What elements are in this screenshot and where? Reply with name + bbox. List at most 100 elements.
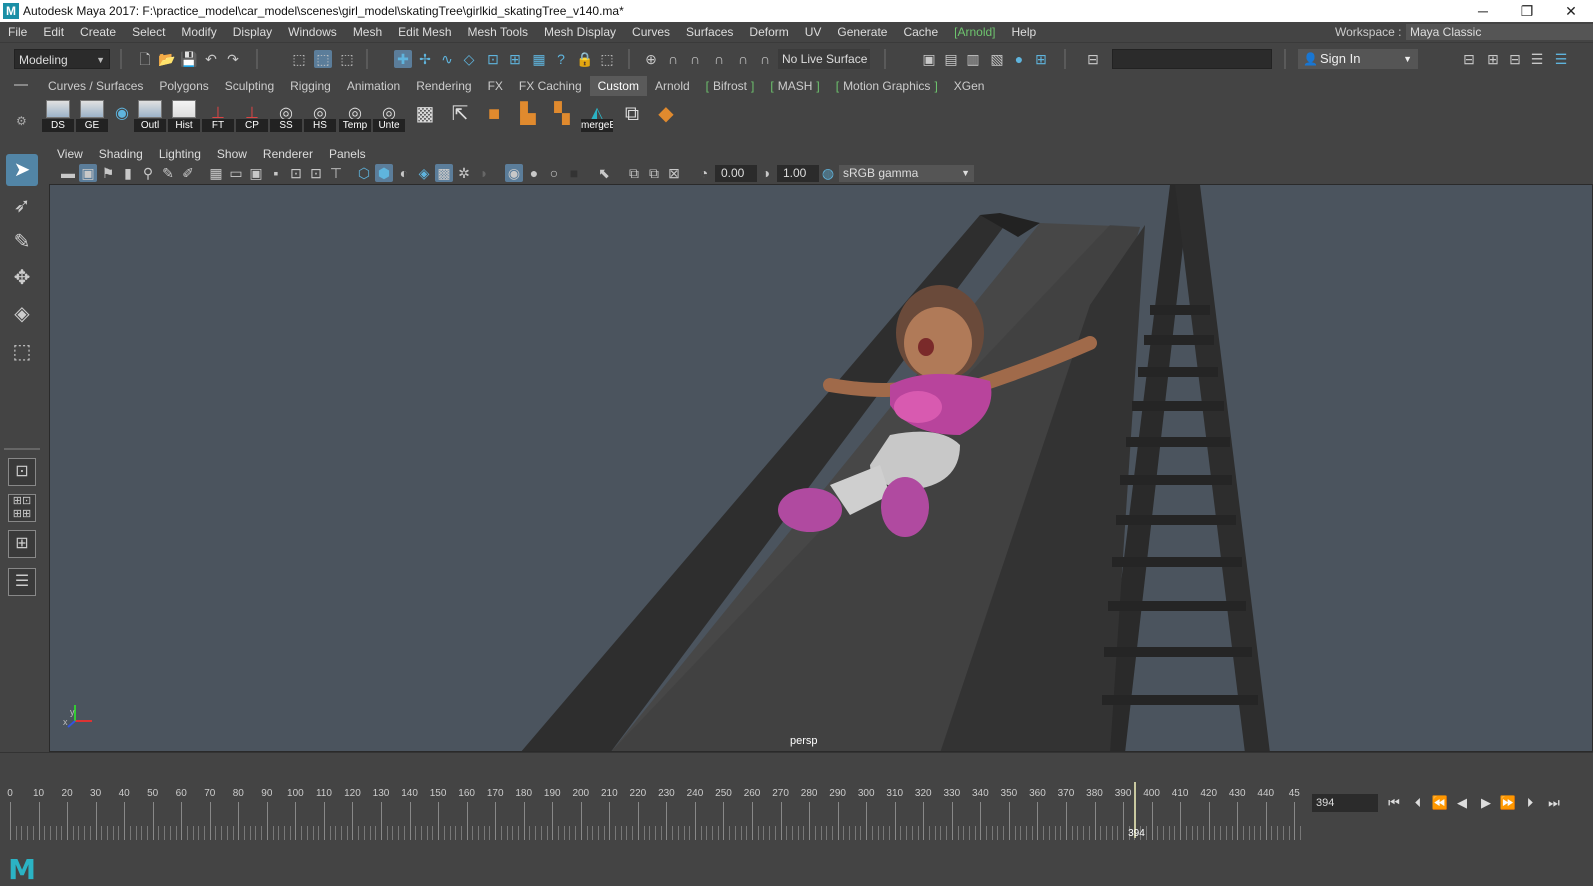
- panel-menu-lighting[interactable]: Lighting: [151, 145, 209, 163]
- four-view-layout-icon[interactable]: ⊞⊡ ⊞⊞: [8, 494, 36, 522]
- close-button[interactable]: ✕: [1549, 3, 1593, 20]
- shelf-button-ge[interactable]: GE: [76, 98, 108, 132]
- select-by-dynamic-icon[interactable]: ⊞: [506, 50, 524, 68]
- outliner-icon[interactable]: ☰: [8, 568, 36, 596]
- shelf-button-temp[interactable]: ◎ Temp: [339, 98, 371, 132]
- panel-menu-renderer[interactable]: Renderer: [255, 145, 321, 163]
- textured-icon[interactable]: ▩: [435, 164, 453, 182]
- menuset-dropdown[interactable]: Modeling ▼: [14, 49, 110, 69]
- select-camera-icon[interactable]: ▬: [59, 164, 77, 182]
- sign-in-button[interactable]: 👤 Sign In ▼: [1298, 49, 1418, 69]
- menu-cache[interactable]: Cache: [895, 25, 946, 39]
- motion-blur-icon[interactable]: ○: [545, 164, 563, 182]
- snap-to-surface-icon[interactable]: ∩: [756, 50, 774, 68]
- shelf-button-merge-edge[interactable]: ◭ mergeE: [581, 98, 613, 132]
- wireframe-icon[interactable]: ⬡: [355, 164, 373, 182]
- shelf-tab-rendering[interactable]: Rendering: [408, 76, 479, 96]
- channel-box-icon[interactable]: ☰: [1528, 50, 1546, 68]
- shelf-button-ss[interactable]: ◎ SS: [270, 98, 302, 132]
- exposure-icon[interactable]: ◔: [695, 164, 713, 182]
- xray-joints-icon[interactable]: ⧉: [625, 164, 643, 182]
- ipr-render-icon[interactable]: ▥: [964, 50, 982, 68]
- menu-create[interactable]: Create: [72, 25, 124, 39]
- select-by-curve-icon[interactable]: ∿: [438, 50, 456, 68]
- rotate-tool-icon[interactable]: ◈: [6, 298, 38, 330]
- isolate-select-icon[interactable]: ⬉: [595, 164, 613, 182]
- paint-select-tool-icon[interactable]: ✎: [6, 226, 38, 258]
- xray-active-icon[interactable]: ⧉: [645, 164, 663, 182]
- make-live-icon[interactable]: ∩: [734, 50, 752, 68]
- persp-outliner-layout-icon[interactable]: ⊞: [8, 530, 36, 558]
- open-scene-icon[interactable]: 📂: [158, 50, 176, 68]
- gamma-icon[interactable]: ◑: [757, 164, 775, 182]
- shelf-button-untemplate[interactable]: ◎ Unte: [373, 98, 405, 132]
- 2d-pan-zoom-icon[interactable]: ⚲: [139, 164, 157, 182]
- menu-modify[interactable]: Modify: [173, 25, 224, 39]
- lasso-tool-icon[interactable]: ➶: [6, 190, 38, 222]
- menu-deform[interactable]: Deform: [741, 25, 796, 39]
- lock-selection-icon[interactable]: 🔒: [576, 50, 594, 68]
- image-plane-icon[interactable]: ▮: [119, 164, 137, 182]
- xray-icon[interactable]: ◉: [505, 164, 523, 182]
- shelf-button-history[interactable]: Hist: [168, 98, 200, 132]
- scale-tool-icon[interactable]: ⬚: [6, 336, 38, 368]
- menu-windows[interactable]: Windows: [280, 25, 345, 39]
- select-component-icon[interactable]: ⬚: [338, 50, 356, 68]
- safe-title-icon[interactable]: ⊤: [327, 164, 345, 182]
- shelf-tab-mash[interactable]: MASH: [762, 76, 827, 96]
- camera-attributes-icon[interactable]: ▣: [79, 164, 97, 182]
- render-view-icon[interactable]: ▣: [920, 50, 938, 68]
- shelf-button-checker[interactable]: ▩: [409, 98, 441, 132]
- menu-mesh-tools[interactable]: Mesh Tools: [460, 25, 536, 39]
- select-by-joint-icon[interactable]: ✢: [416, 50, 434, 68]
- go-to-end-icon[interactable]: ⏭: [1544, 792, 1564, 814]
- menu-select[interactable]: Select: [124, 25, 173, 39]
- snap-to-view-plane-icon[interactable]: ∩: [710, 50, 728, 68]
- step-back-frame-icon[interactable]: ⏴: [1408, 792, 1428, 814]
- new-scene-icon[interactable]: 🗋: [136, 50, 154, 68]
- perspective-viewport[interactable]: y x persp: [49, 184, 1593, 752]
- grid-icon[interactable]: ▦: [207, 164, 225, 182]
- shelf-button-extract[interactable]: ■: [478, 98, 510, 132]
- shelf-tab-fx-caching[interactable]: FX Caching: [511, 76, 590, 96]
- shelf-tab-arnold[interactable]: Arnold: [647, 76, 698, 96]
- minimize-button[interactable]: ─: [1461, 3, 1505, 19]
- step-forward-frame-icon[interactable]: ⏵: [1520, 792, 1540, 814]
- menu-help[interactable]: Help: [1004, 25, 1045, 39]
- menu-surfaces[interactable]: Surfaces: [678, 25, 741, 39]
- shelf-button-hs[interactable]: ◎ HS: [304, 98, 336, 132]
- restore-button[interactable]: ❐: [1505, 3, 1549, 20]
- select-by-rendering-icon[interactable]: ▦: [530, 50, 548, 68]
- exposure-field[interactable]: 0.00: [715, 165, 757, 182]
- shelf-button-ds[interactable]: DS: [42, 98, 74, 132]
- shelf-tab-bifrost[interactable]: Bifrost: [698, 76, 763, 96]
- menu-uv[interactable]: UV: [797, 25, 830, 39]
- safe-action-icon[interactable]: ⊡: [307, 164, 325, 182]
- use-all-lights-icon[interactable]: ✲: [455, 164, 473, 182]
- panel-menu-show[interactable]: Show: [209, 145, 255, 163]
- shelf-tab-fx[interactable]: FX: [480, 76, 511, 96]
- move-tool-icon[interactable]: ✥: [6, 262, 38, 294]
- shelf-button-bridge[interactable]: ⧉: [616, 98, 648, 132]
- select-tool-icon[interactable]: ➤: [6, 154, 38, 186]
- menu-edit-mesh[interactable]: Edit Mesh: [390, 25, 459, 39]
- color-management-icon[interactable]: ◍: [819, 164, 837, 182]
- shelf-button-plane[interactable]: ◆: [650, 98, 682, 132]
- panel-menu-panels[interactable]: Panels: [321, 145, 374, 163]
- shelf-menu-grip[interactable]: [14, 84, 28, 86]
- menu-file[interactable]: File: [0, 25, 35, 39]
- render-current-frame-icon[interactable]: ▤: [942, 50, 960, 68]
- select-by-surface-icon[interactable]: ◇: [460, 50, 478, 68]
- grease-pencil-draw-icon[interactable]: ✐: [179, 164, 197, 182]
- menu-curves[interactable]: Curves: [624, 25, 678, 39]
- select-hierarchy-icon[interactable]: ⬚: [290, 50, 308, 68]
- redo-icon[interactable]: ↷: [224, 50, 242, 68]
- shelf-tab-sculpting[interactable]: Sculpting: [217, 76, 282, 96]
- shelf-tab-motion-graphics[interactable]: Motion Graphics: [828, 76, 946, 96]
- gamma-field[interactable]: 1.00: [777, 165, 819, 182]
- use-default-material-icon[interactable]: ◐: [395, 164, 413, 182]
- anti-aliasing-icon[interactable]: ■: [565, 164, 583, 182]
- gate-mask-icon[interactable]: ▪: [267, 164, 285, 182]
- ambient-occlusion-icon[interactable]: ●: [525, 164, 543, 182]
- menu-arnold[interactable]: [Arnold]: [946, 25, 1003, 39]
